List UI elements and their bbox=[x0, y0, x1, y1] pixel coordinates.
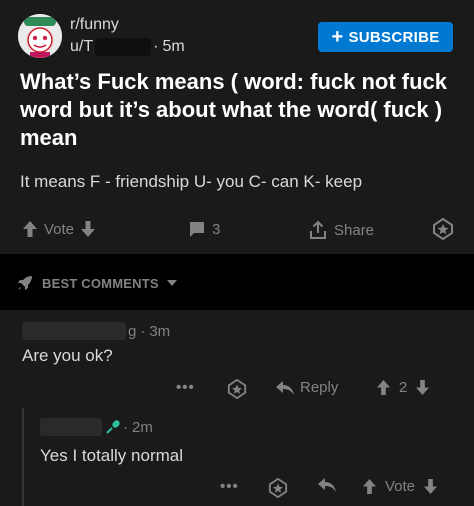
post-time: 5m bbox=[162, 38, 185, 55]
reply-arrow-icon bbox=[318, 478, 336, 492]
sort-label: BEST COMMENTS bbox=[42, 275, 159, 291]
award-icon bbox=[268, 478, 288, 498]
reply-label: Reply bbox=[300, 379, 339, 396]
comment-score: 2 bbox=[399, 379, 408, 396]
meta-separator: · bbox=[140, 322, 146, 340]
vote-label: Vote bbox=[44, 220, 75, 238]
share-icon bbox=[308, 220, 328, 240]
comment-bubble-icon bbox=[188, 220, 206, 238]
reply-button[interactable] bbox=[318, 478, 336, 492]
post-action-bar: Vote 3 Share bbox=[0, 214, 474, 248]
sort-comments-button[interactable]: BEST COMMENTS bbox=[16, 274, 177, 292]
redacted-username bbox=[40, 418, 102, 436]
rocket-icon bbox=[16, 274, 34, 292]
arrow-up-icon[interactable] bbox=[22, 220, 38, 238]
arrow-up-icon[interactable] bbox=[362, 478, 377, 495]
vote-control: Vote bbox=[22, 220, 96, 238]
subscribe-button[interactable]: + SUBSCRIBE bbox=[318, 22, 453, 52]
vote-label: Vote bbox=[385, 478, 416, 495]
reply-meta: · 2m bbox=[40, 418, 153, 436]
author-name[interactable]: u/T bbox=[70, 38, 93, 56]
post-body: It means F - friendship U- you C- can K-… bbox=[20, 172, 363, 191]
comment-meta: g · 3m bbox=[22, 322, 170, 340]
comment-text: Are you ok? bbox=[22, 346, 113, 365]
comment-meta-tail: g bbox=[128, 322, 137, 340]
subreddit-avatar[interactable] bbox=[18, 14, 62, 58]
meta-separator: · bbox=[123, 418, 128, 436]
award-icon bbox=[432, 218, 454, 240]
caret-down-icon bbox=[166, 280, 177, 286]
arrow-down-icon[interactable] bbox=[423, 478, 438, 495]
microphone-icon bbox=[106, 420, 120, 434]
more-options-button[interactable]: ••• bbox=[176, 379, 195, 396]
plus-icon: + bbox=[331, 26, 344, 48]
snoo-avatar-icon bbox=[18, 14, 62, 58]
award-button[interactable] bbox=[268, 478, 288, 498]
reply-arrow-icon bbox=[276, 380, 294, 395]
award-icon bbox=[227, 379, 247, 399]
redacted-username bbox=[22, 322, 126, 340]
arrow-up-icon[interactable] bbox=[376, 379, 391, 396]
share-label: Share bbox=[334, 221, 375, 239]
comment-count: 3 bbox=[212, 220, 221, 238]
reply-action-bar: ••• Vote bbox=[0, 476, 474, 500]
subscribe-label: SUBSCRIBE bbox=[348, 28, 440, 46]
reply-text: Yes I totally normal bbox=[40, 446, 183, 465]
redacted-username bbox=[95, 38, 152, 56]
arrow-down-icon[interactable] bbox=[80, 220, 96, 238]
meta-separator: · bbox=[153, 38, 159, 55]
comment-time: 3m bbox=[149, 322, 171, 340]
comment-action-bar: ••• Reply 2 bbox=[0, 376, 474, 402]
post-card: r/funny u/T · 5m + SUBSCRIBE What’s Fuck… bbox=[0, 0, 474, 254]
award-button[interactable] bbox=[227, 379, 247, 399]
comment-vote-control: 2 bbox=[376, 379, 430, 396]
share-button[interactable]: Share bbox=[308, 220, 374, 240]
reply-vote-control: Vote bbox=[362, 478, 438, 495]
arrow-down-icon[interactable] bbox=[415, 379, 430, 396]
award-button[interactable] bbox=[432, 218, 454, 240]
reply-button[interactable]: Reply bbox=[276, 379, 338, 396]
reply-time: 2m bbox=[132, 418, 153, 436]
post-meta: u/T · 5m bbox=[70, 38, 185, 56]
comments-button[interactable]: 3 bbox=[188, 220, 220, 238]
subreddit-name[interactable]: r/funny bbox=[70, 16, 119, 34]
more-options-button[interactable]: ••• bbox=[220, 478, 239, 495]
post-title[interactable]: What’s Fuck means ( word: fuck not fuck … bbox=[20, 68, 460, 152]
